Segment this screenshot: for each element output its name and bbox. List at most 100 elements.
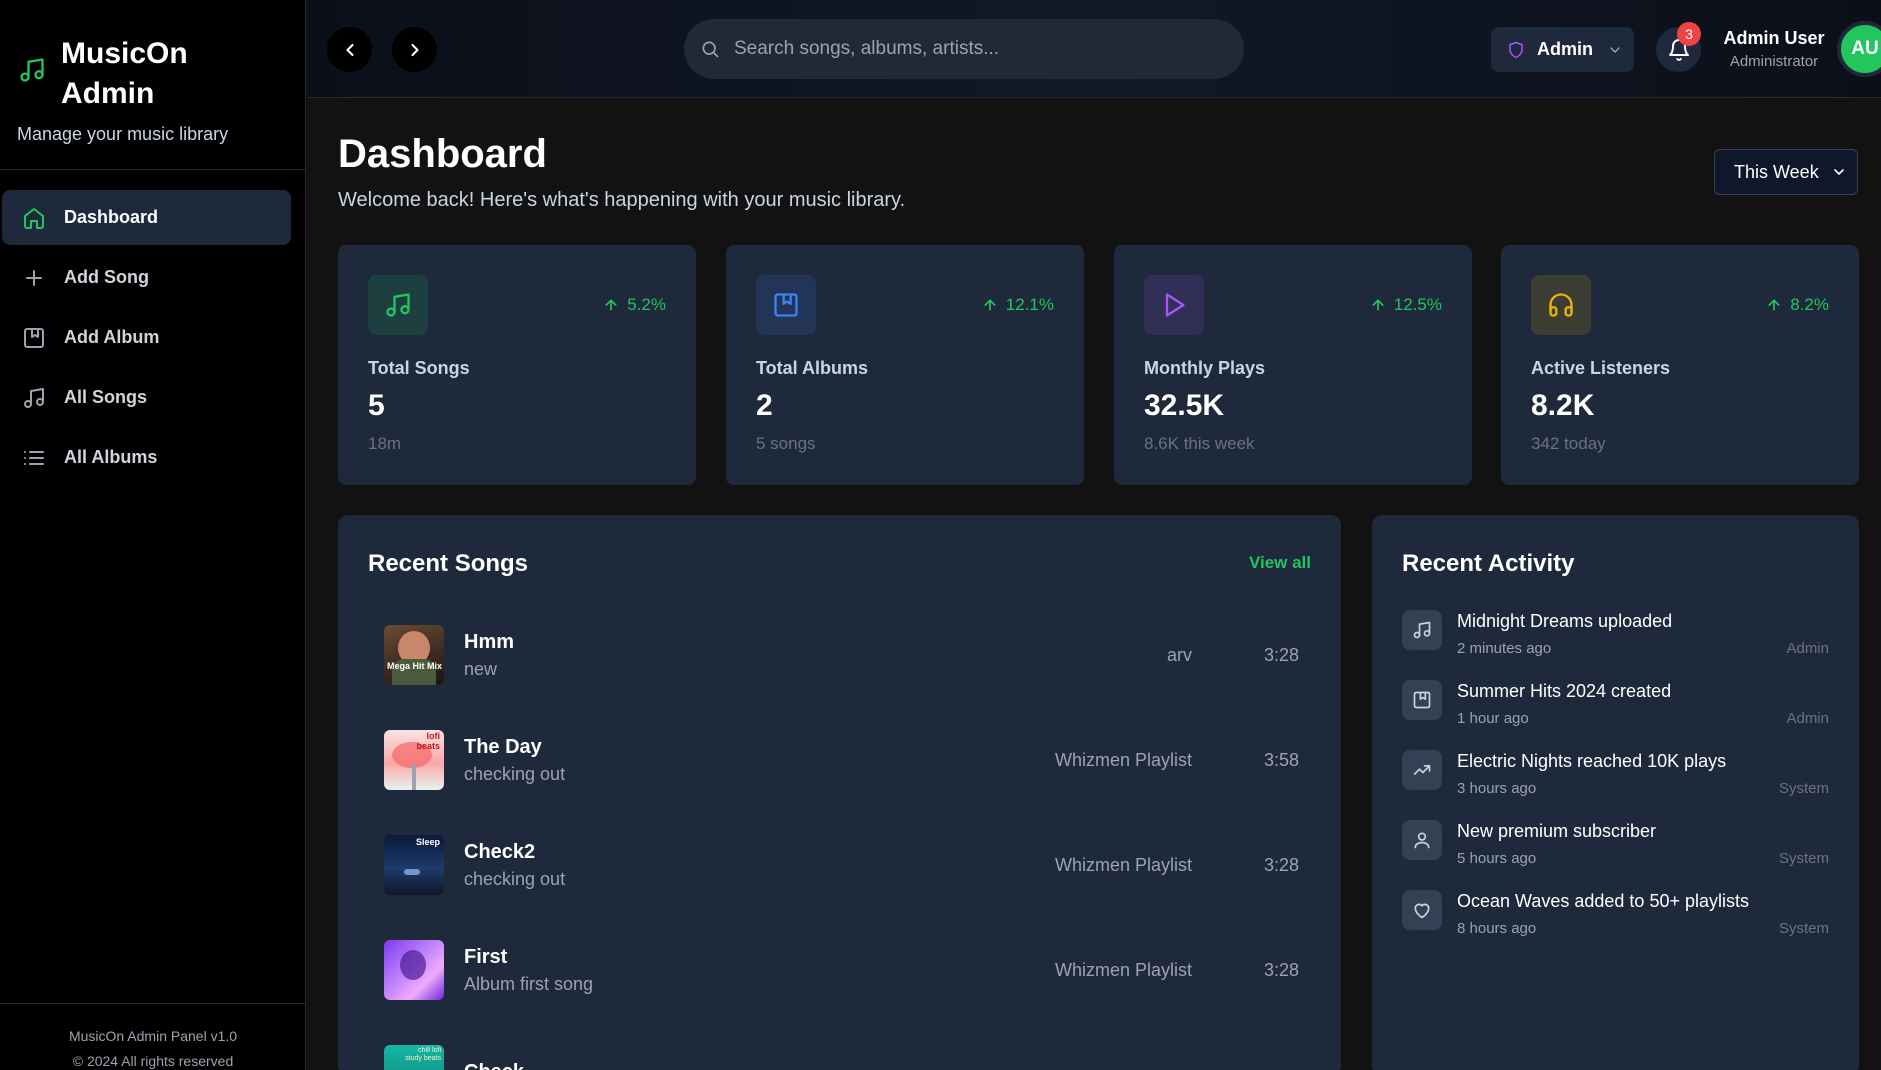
stat-icon — [368, 275, 428, 335]
back-button[interactable] — [327, 27, 372, 72]
stat-card-total-songs: 5.2% Total Songs 5 18m — [338, 245, 696, 485]
role-dropdown[interactable]: Admin — [1491, 27, 1634, 72]
user-name: Admin User — [1723, 28, 1825, 48]
stat-label: Total Songs — [368, 358, 470, 378]
page-title: Dashboard — [338, 132, 547, 176]
stat-sub: 18m — [368, 434, 402, 453]
activity-title: Electric Nights reached 10K plays — [1457, 751, 1727, 771]
stat-change-value: 12.1% — [1005, 295, 1054, 314]
stat-change: 8.2% — [1766, 295, 1829, 315]
panel-title: Recent Activity — [1402, 550, 1575, 577]
divider — [0, 1003, 306, 1004]
sidebar-item-add-song[interactable]: Add Song — [2, 250, 291, 305]
song-title: First — [464, 945, 508, 968]
page-subtitle: Welcome back! Here's what's happening wi… — [338, 189, 906, 211]
user-icon — [1402, 820, 1442, 860]
song-artist: Whizmen Playlist — [1054, 854, 1192, 875]
stat-sub: 342 today — [1531, 434, 1606, 453]
stat-card-active-listeners: 8.2% Active Listeners 8.2K 342 today — [1501, 245, 1859, 485]
shield-icon — [1509, 41, 1523, 58]
song-artist: Whizmen Playlist — [1054, 959, 1192, 980]
stat-icon — [1531, 275, 1591, 335]
album-cover: Sleep — [384, 835, 444, 895]
plus-icon — [22, 266, 46, 290]
footer-copyright: © 2024 All rights reserved — [72, 1053, 234, 1069]
user-role: Administrator — [1729, 53, 1819, 70]
chevron-down-icon — [1834, 169, 1844, 176]
song-row[interactable]: Sleep Check2 checking out Whizmen Playli… — [384, 833, 1299, 897]
song-title: Check — [464, 1061, 524, 1070]
arrow-up-icon — [1768, 299, 1780, 311]
sidebar-item-label: All Songs — [64, 387, 148, 407]
divider — [0, 169, 306, 170]
search-bar[interactable] — [684, 19, 1244, 79]
music-note-icon — [22, 386, 46, 410]
activity-source: Admin — [1786, 710, 1829, 727]
headphones-icon — [1549, 293, 1573, 317]
brand-subtitle: Manage your music library — [17, 124, 229, 144]
play-icon — [1165, 293, 1185, 317]
period-select[interactable]: This Week — [1714, 149, 1858, 195]
music-note-icon — [386, 293, 410, 317]
sidebar-item-all-albums[interactable]: All Albums — [2, 430, 291, 485]
activity-time: 5 hours ago — [1457, 850, 1537, 867]
recent-songs-panel: Recent Songs View all Mega Hit Mix Hmm n… — [338, 515, 1341, 1070]
activity-title: Summer Hits 2024 created — [1457, 681, 1672, 701]
album-cover — [384, 940, 444, 1000]
heart-icon — [1402, 890, 1442, 930]
stat-icon — [1144, 275, 1204, 335]
sidebar: MusicOn Admin Manage your music library … — [0, 0, 306, 1070]
activity-source: System — [1778, 920, 1829, 937]
arrow-up-icon — [1372, 299, 1384, 311]
album-cover: Mega Hit Mix — [384, 625, 444, 685]
song-row[interactable]: First Album first song Whizmen Playlist … — [384, 938, 1299, 1002]
stat-value: 32.5K — [1144, 389, 1225, 422]
cover-text: lofi beats — [416, 731, 440, 751]
activity-item[interactable]: Summer Hits 2024 created 1 hour ago Admi… — [1402, 680, 1829, 740]
activity-item[interactable]: Ocean Waves added to 50+ playlists 8 hou… — [1402, 890, 1829, 950]
activity-time: 3 hours ago — [1457, 780, 1537, 797]
stat-sub: 8.6K this week — [1144, 434, 1255, 453]
activity-item[interactable]: Electric Nights reached 10K plays 3 hour… — [1402, 750, 1829, 810]
arrow-up-icon — [984, 299, 996, 311]
chevron-down-icon — [1610, 46, 1620, 53]
song-row[interactable]: lofi beats The Day checking out Whizmen … — [384, 728, 1299, 792]
stat-change: 12.1% — [982, 295, 1054, 315]
activity-time: 1 hour ago — [1457, 710, 1529, 727]
sidebar-item-label: Dashboard — [64, 207, 159, 227]
stat-change: 5.2% — [603, 295, 666, 315]
sidebar-item-add-album[interactable]: Add Album — [2, 310, 291, 365]
avatar[interactable]: AU — [1837, 21, 1881, 77]
activity-source: Admin — [1786, 640, 1829, 657]
album-cover: chill lofi study beats — [384, 1045, 444, 1070]
forward-button[interactable] — [392, 27, 437, 72]
stat-value: 2 — [756, 389, 773, 422]
brand: MusicOn Admin — [0, 0, 305, 114]
notification-badge: 3 — [1677, 22, 1701, 46]
stat-label: Total Albums — [756, 358, 868, 378]
song-row[interactable]: Mega Hit Mix Hmm new arv 3:28 — [384, 623, 1299, 687]
music-note-icon — [20, 58, 44, 82]
stat-change-value: 12.5% — [1393, 295, 1442, 314]
stat-icon — [756, 275, 816, 335]
cover-text: Sleep — [415, 837, 440, 847]
sidebar-item-all-songs[interactable]: All Songs — [2, 370, 291, 425]
album-icon — [1402, 680, 1442, 720]
song-row[interactable]: chill lofi study beats Check — [384, 1043, 1299, 1070]
list-icon — [22, 446, 46, 470]
stat-label: Active Listeners — [1531, 358, 1671, 378]
sidebar-item-dashboard[interactable]: Dashboard — [2, 190, 291, 245]
activity-item[interactable]: Midnight Dreams uploaded 2 minutes ago A… — [1402, 610, 1829, 670]
arrow-up-icon — [605, 299, 617, 311]
sidebar-nav: Dashboard Add Song Add Album All Songs A… — [2, 190, 291, 490]
sidebar-item-label: All Albums — [64, 447, 158, 467]
search-input[interactable] — [734, 38, 1214, 60]
view-all-link[interactable]: View all — [1249, 553, 1311, 573]
song-duration: 3:28 — [1263, 854, 1299, 875]
footer-version: MusicOn Admin Panel v1.0 — [68, 1028, 238, 1044]
activity-item[interactable]: New premium subscriber 5 hours ago Syste… — [1402, 820, 1829, 880]
song-title: The Day — [464, 735, 542, 758]
activity-time: 8 hours ago — [1457, 920, 1537, 937]
stat-label: Monthly Plays — [1144, 358, 1266, 378]
activity-title: Midnight Dreams uploaded — [1457, 611, 1673, 631]
